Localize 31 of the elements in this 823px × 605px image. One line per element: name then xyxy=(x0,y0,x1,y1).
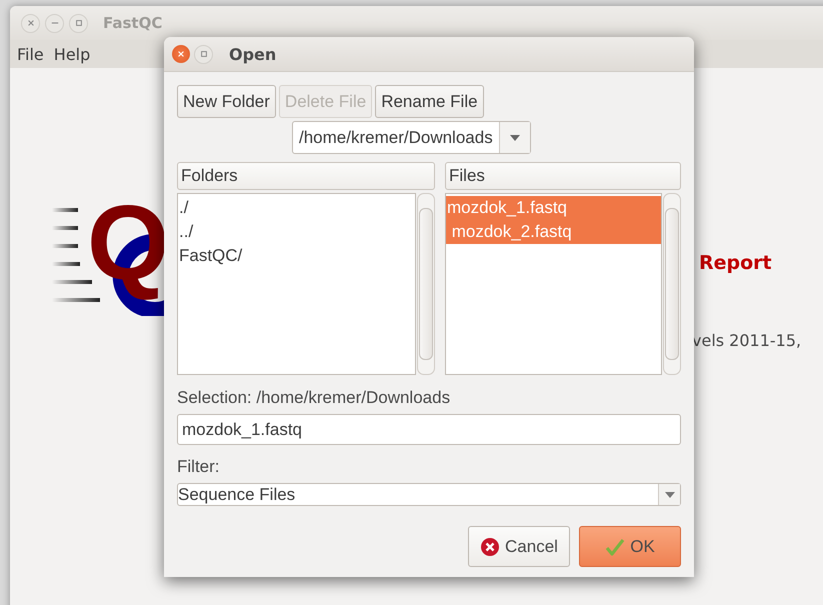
report-heading: Report xyxy=(699,252,772,274)
dropdown-arrow-icon xyxy=(664,492,674,498)
checkmark-icon xyxy=(605,536,626,556)
ok-button[interactable]: OK xyxy=(579,526,681,567)
window-title: FastQC xyxy=(103,14,162,32)
path-dropdown[interactable]: /home/kremer/Downloads xyxy=(292,121,531,154)
menu-item[interactable]: File xyxy=(17,44,44,64)
cancel-icon xyxy=(480,536,500,556)
cancel-button[interactable]: Cancel xyxy=(468,526,570,567)
toolbar-button[interactable]: Rename File xyxy=(375,85,484,118)
list-row[interactable]: FastQC/ xyxy=(178,244,415,268)
filter-label: Filter: xyxy=(177,457,220,477)
close-icon[interactable] xyxy=(172,45,190,63)
column-header[interactable]: Files xyxy=(445,162,681,190)
scrollbar[interactable] xyxy=(417,193,435,375)
menu-item[interactable]: Help xyxy=(54,44,90,64)
dropdown-arrow-icon xyxy=(510,134,520,140)
selection-label: Selection: /home/kremer/Downloads xyxy=(177,388,452,408)
scrollbar[interactable] xyxy=(663,193,681,375)
minimize-icon[interactable] xyxy=(45,14,64,32)
selection-field[interactable]: mozdok_1.fastq xyxy=(177,414,681,445)
close-icon[interactable] xyxy=(21,14,40,32)
list-row[interactable]: ./ xyxy=(178,196,415,220)
column-header[interactable]: Folders xyxy=(177,162,435,190)
dialog-title: Open xyxy=(229,44,276,64)
body-text: vels 2011-15, xyxy=(692,331,802,350)
maximize-icon[interactable] xyxy=(69,14,88,32)
toolbar-button[interactable]: New Folder xyxy=(177,85,276,118)
filter-dropdown[interactable]: Sequence Files xyxy=(177,483,681,506)
list-row[interactable]: ../ xyxy=(178,220,415,244)
maximize-icon[interactable] xyxy=(194,44,213,64)
